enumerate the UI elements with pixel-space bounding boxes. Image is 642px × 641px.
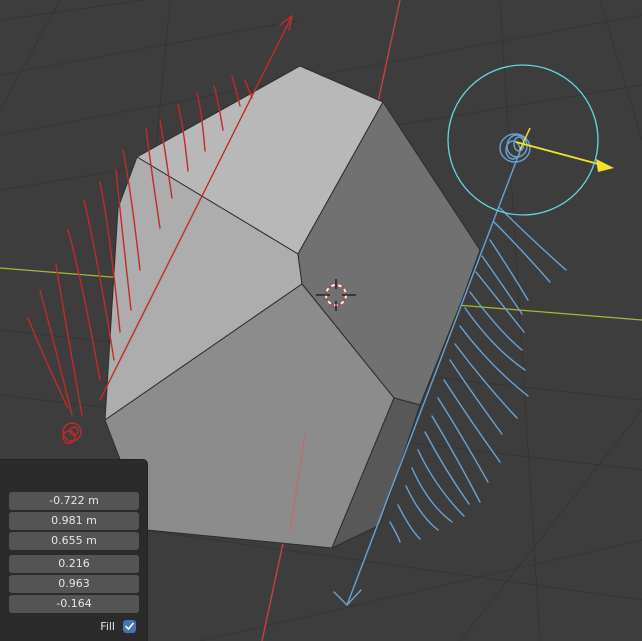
location-x-field[interactable]: -0.722 m <box>9 492 139 510</box>
location-y-field[interactable]: 0.981 m <box>9 512 139 530</box>
direction-fields: 0.216 0.963 -0.164 <box>9 555 139 615</box>
location-fields: -0.722 m 0.981 m 0.655 m <box>9 492 139 552</box>
direction-arrow[interactable] <box>515 127 614 172</box>
operator-panel: -0.722 m 0.981 m 0.655 m 0.216 0.963 -0.… <box>0 460 147 641</box>
direction-x-field[interactable]: 0.216 <box>9 555 139 573</box>
location-z-field[interactable]: 0.655 m <box>9 532 139 550</box>
direction-z-field[interactable]: -0.164 <box>9 595 139 613</box>
fill-checkbox[interactable] <box>123 620 136 633</box>
direction-y-field[interactable]: 0.963 <box>9 575 139 593</box>
fill-label: Fill <box>100 620 115 633</box>
mesh-object[interactable] <box>104 65 481 549</box>
checkmark-icon <box>125 622 134 630</box>
fill-row: Fill <box>0 618 147 636</box>
